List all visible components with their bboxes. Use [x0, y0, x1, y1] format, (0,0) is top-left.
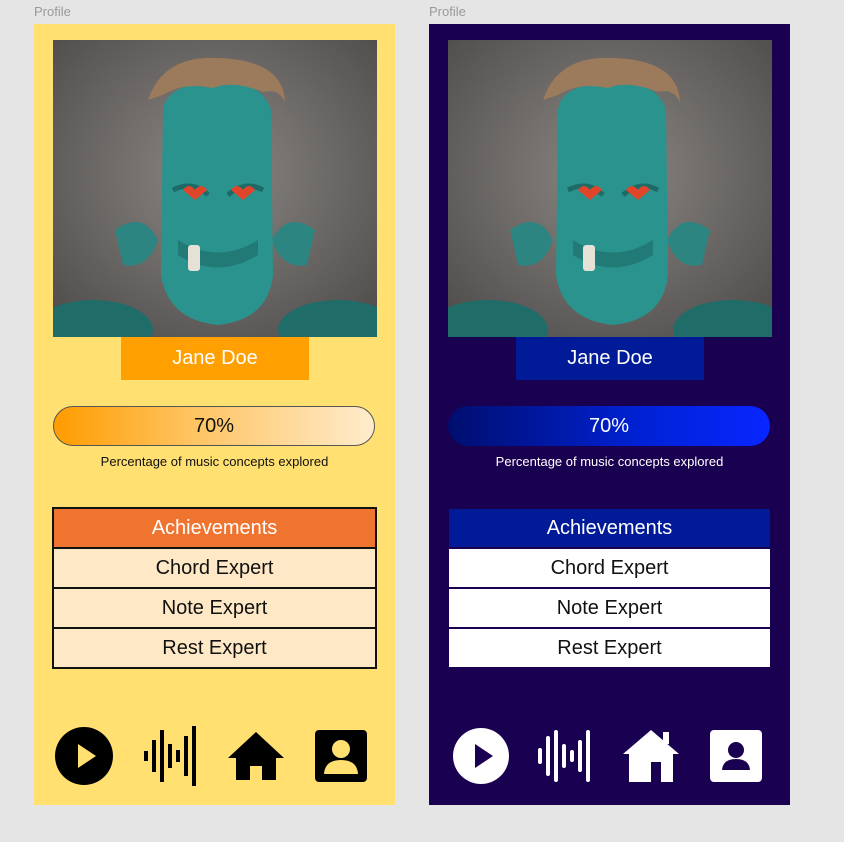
profile-icon: [710, 730, 762, 782]
sound-wave-icon: [538, 730, 590, 782]
sound-wave-icon: [144, 726, 196, 786]
achievement-item: Chord Expert: [447, 547, 772, 589]
achievement-item: Note Expert: [52, 587, 377, 629]
progress-caption: Percentage of music concepts explored: [100, 454, 329, 469]
progress-bar: 70%: [53, 406, 375, 446]
play-circle-icon: [55, 727, 113, 785]
user-name: Jane Doe: [516, 337, 704, 380]
home-button[interactable]: [621, 724, 681, 788]
achievements-table: Achievements Chord Expert Note Expert Re…: [447, 507, 772, 669]
achievements-header: Achievements: [52, 507, 377, 549]
profile-photo: [53, 40, 377, 337]
progress-label: 70%: [588, 414, 630, 437]
bottom-nav: [429, 724, 790, 788]
progress-label: 70%: [193, 414, 235, 437]
progress-bar: 70%: [448, 406, 770, 446]
achievements-header: Achievements: [447, 507, 772, 549]
play-button[interactable]: [451, 724, 511, 788]
audio-button[interactable]: [142, 724, 202, 788]
profile-frame-light: Jane Doe 70% Percentage of music concept…: [34, 24, 395, 805]
profile-frame-dark: Jane Doe 70% Percentage of music concept…: [429, 24, 790, 805]
home-icon: [228, 732, 284, 780]
home-icon: [623, 730, 679, 782]
frame-label: Profile: [429, 4, 466, 19]
profile-button[interactable]: [311, 724, 371, 788]
play-button[interactable]: [54, 724, 114, 788]
home-button[interactable]: [226, 724, 286, 788]
achievement-item: Rest Expert: [447, 627, 772, 669]
achievement-item: Rest Expert: [52, 627, 377, 669]
profile-button[interactable]: [706, 724, 766, 788]
achievements-table: Achievements Chord Expert Note Expert Re…: [52, 507, 377, 669]
frame-label: Profile: [34, 4, 71, 19]
bottom-nav: [34, 724, 395, 788]
play-circle-icon: [453, 728, 509, 784]
user-name: Jane Doe: [121, 337, 309, 380]
achievement-item: Note Expert: [447, 587, 772, 629]
progress-caption: Percentage of music concepts explored: [495, 454, 724, 469]
profile-icon: [315, 730, 367, 782]
profile-photo: [448, 40, 772, 337]
audio-button[interactable]: [536, 724, 596, 788]
achievement-item: Chord Expert: [52, 547, 377, 589]
